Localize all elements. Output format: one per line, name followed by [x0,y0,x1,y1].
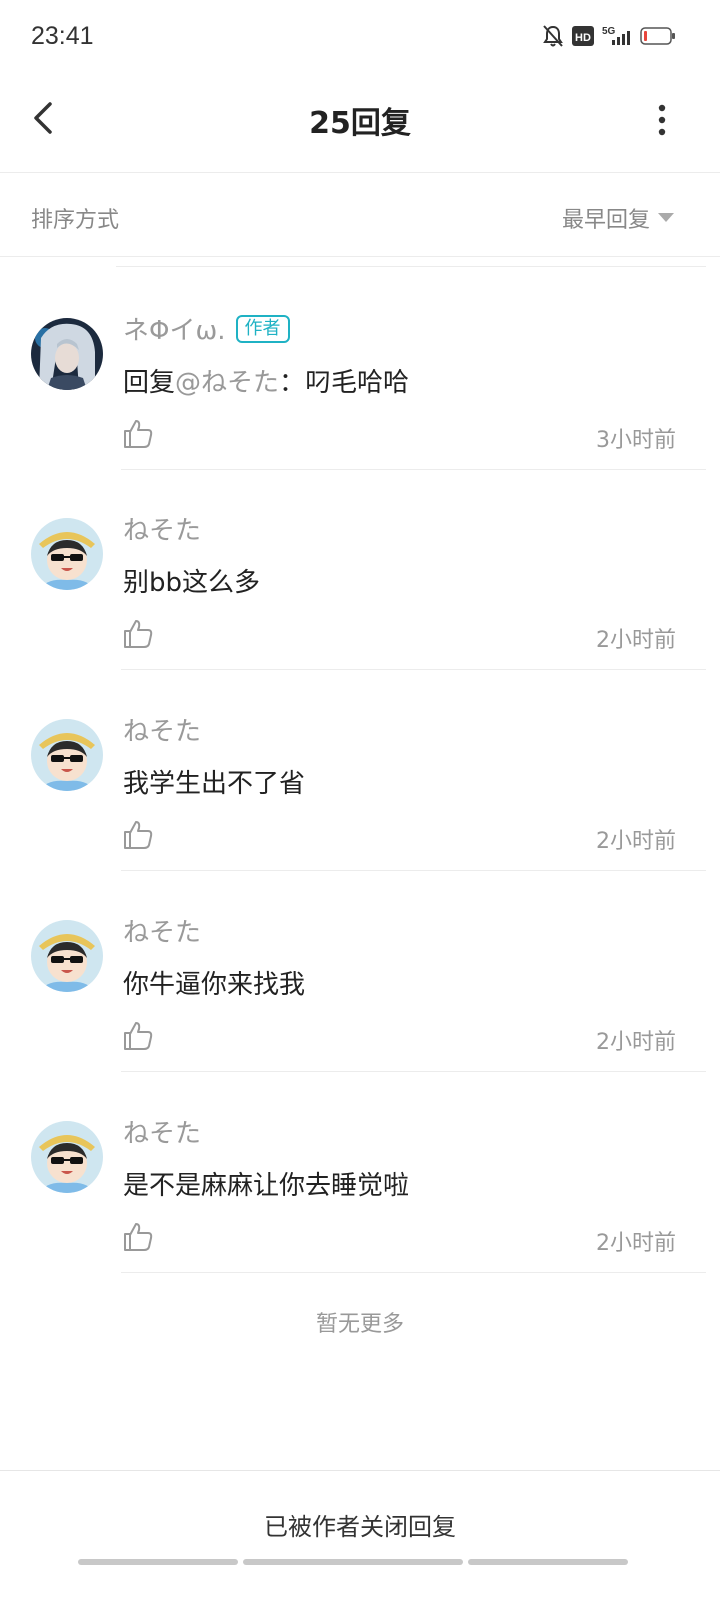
reply-time: 2小时前 [596,628,676,653]
reply-body: ：叼毛哈哈 [279,368,410,398]
reply-time: 3小时前 [596,428,676,453]
sort-divider [0,256,720,257]
thumbs-up-icon [124,1223,153,1251]
reply-text: 我学生出不了省 [123,769,306,799]
reply-text: 是不是麻麻让你去睡觉啦 [123,1171,410,1201]
avatar[interactable] [31,719,103,791]
page-title: 25回复 [309,106,411,141]
like-button[interactable] [122,618,154,650]
reply-time: 2小时前 [596,1231,676,1256]
username[interactable]: ネΦイω. [123,310,226,347]
battery-low-icon [640,26,676,46]
username-row: ねそた [123,912,201,949]
nav-handle-right [468,1559,628,1565]
reply-item: ネΦイω. 作者 回复@ねそた：叼毛哈哈 3小时前 [0,270,720,470]
like-button[interactable] [122,1221,154,1253]
reply-time: 2小时前 [596,1030,676,1055]
avatar[interactable] [31,518,103,590]
reply-text: 你牛逼你来找我 [123,970,306,1000]
like-button[interactable] [122,418,154,450]
status-time: 23:41 [31,22,94,50]
sort-bar: 排序方式 最早回复 [0,174,720,258]
like-button[interactable] [122,819,154,851]
caret-down-icon [658,213,674,222]
reply-time: 2小时前 [596,829,676,854]
replies-closed-notice: 已被作者关闭回复 [264,1513,456,1541]
username[interactable]: ねそた [123,510,201,547]
reply-divider [121,669,706,670]
reply-prefix: 回复 [123,368,176,398]
username-row: ねそた [123,510,201,547]
nav-handle-center[interactable] [243,1559,463,1565]
hd-icon: HD [572,26,594,46]
footer-bar: 已被作者关闭回复 [0,1470,720,1601]
thumbs-up-icon [124,821,153,849]
reply-divider [121,870,706,871]
sort-selected-value: 最早回复 [561,208,650,233]
svg-text:HD: HD [575,32,591,44]
status-icons: HD 5G [542,24,676,48]
sort-dropdown[interactable]: 最早回复 [562,202,674,234]
header-divider [0,172,720,173]
header: 25回复 [0,76,720,172]
reply-item: ねそた 我学生出不了省 2小时前 [0,671,720,871]
avatar[interactable] [31,318,103,390]
avatar[interactable] [31,1121,103,1193]
more-button[interactable] [652,102,672,138]
reply-divider [121,1272,706,1273]
reply-text: 别bb这么多 [123,568,261,598]
svg-text:5G: 5G [602,26,616,37]
author-badge: 作者 [235,314,290,343]
reply-item: ねそた 你牛逼你来找我 2小时前 [0,872,720,1072]
thumbs-up-icon [124,420,153,448]
list-top-divider [116,266,706,267]
username[interactable]: ねそた [123,1113,201,1150]
nav-handle-left [78,1559,238,1565]
like-button[interactable] [122,1020,154,1052]
reply-divider [121,1071,706,1072]
reply-item: ねそた 是不是麻麻让你去睡觉啦 2小时前 [0,1073,720,1273]
no-more-label: 暂无更多 [315,1312,404,1337]
bell-off-icon [542,24,564,48]
username[interactable]: ねそた [123,711,201,748]
status-bar: 23:41 HD 5G [0,0,720,76]
mention-link[interactable]: @ねそた [175,368,279,398]
username-row: ねそた [123,711,201,748]
username[interactable]: ねそた [123,912,201,949]
username-row: ネΦイω. 作者 [123,310,290,347]
5g-signal-icon: 5G [602,25,632,47]
sort-label: 排序方式 [31,208,120,233]
reply-item: ねそた 别bb这么多 2小时前 [0,470,720,670]
username-row: ねそた [123,1113,201,1150]
thumbs-up-icon [124,620,153,648]
avatar[interactable] [31,920,103,992]
more-vertical-icon [658,104,666,136]
thumbs-up-icon [124,1022,153,1050]
reply-text: 回复@ねそた：叼毛哈哈 [123,362,409,399]
